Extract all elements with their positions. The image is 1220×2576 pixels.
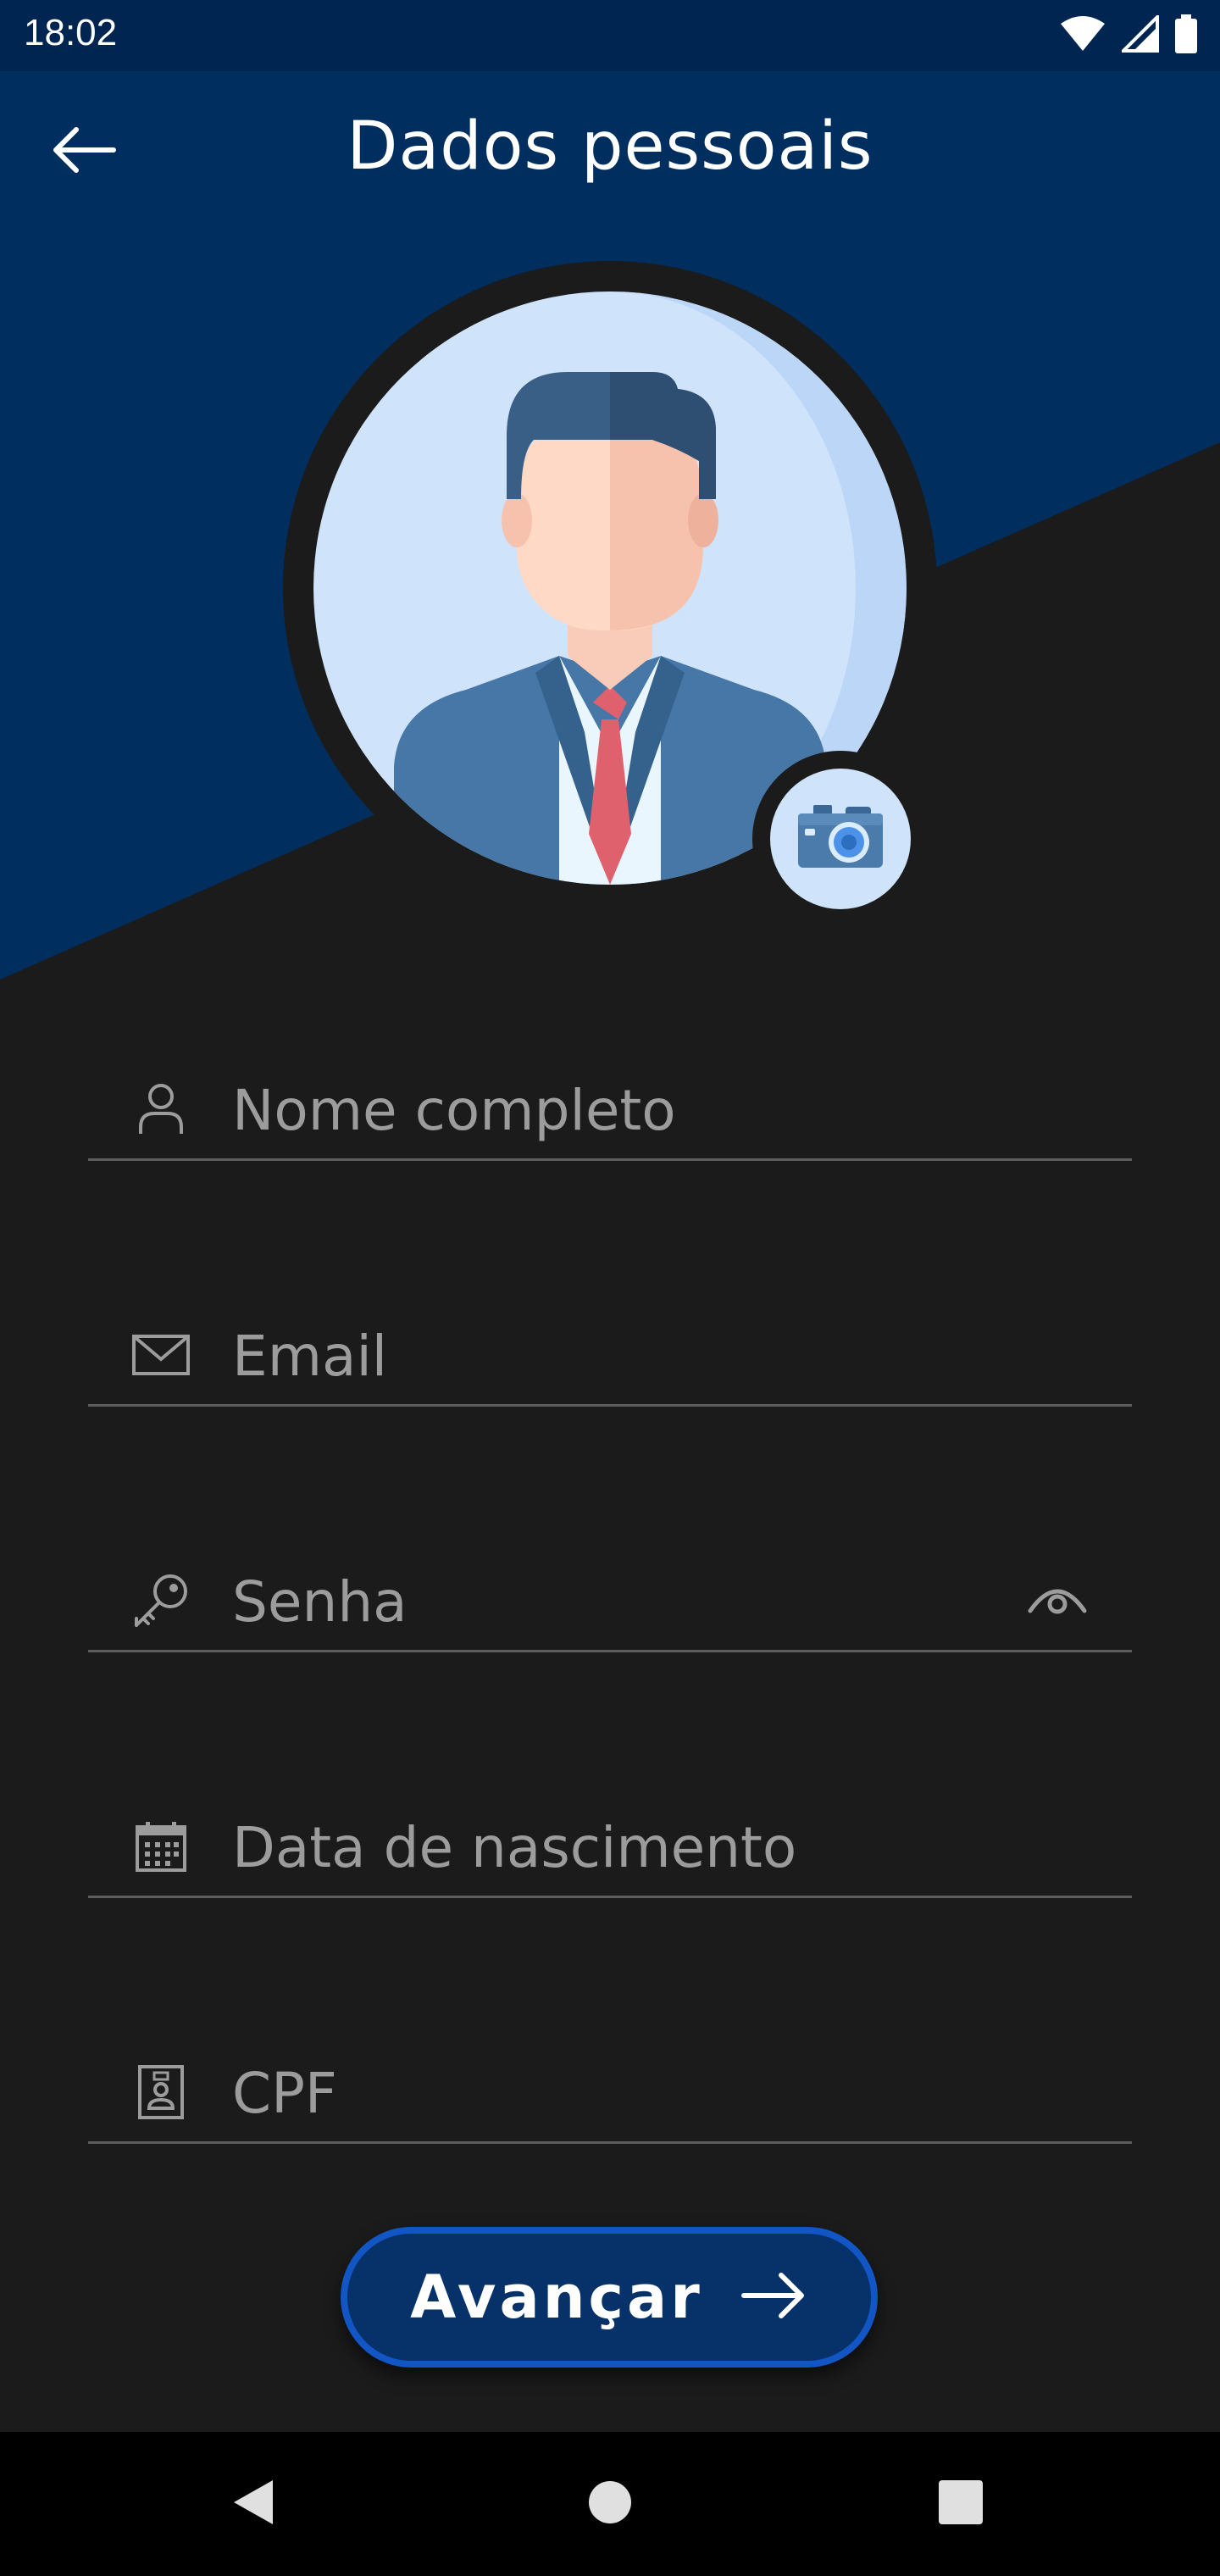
person-icon <box>127 1075 195 1143</box>
status-bar: 18:02 <box>0 0 1220 71</box>
email-field <box>88 1269 1132 1407</box>
cpf-input[interactable] <box>232 2055 995 2131</box>
password-input[interactable] <box>232 1563 995 1640</box>
id-badge-icon <box>127 2058 195 2126</box>
password-field <box>88 1514 1132 1652</box>
full-name-input[interactable] <box>232 1072 995 1148</box>
battery-icon <box>1174 14 1198 57</box>
next-button[interactable]: Avançar <box>341 2227 878 2368</box>
key-icon <box>127 1567 195 1635</box>
email-input[interactable] <box>232 1318 995 1394</box>
app-bar: Dados pessoais <box>0 71 1220 241</box>
show-password-toggle[interactable] <box>1015 1567 1100 1635</box>
change-photo-button[interactable] <box>752 751 929 927</box>
wifi-icon <box>1059 15 1106 56</box>
nav-home-button[interactable] <box>576 2470 644 2538</box>
system-nav-bar <box>0 2432 1220 2576</box>
birth-date-input[interactable] <box>232 1809 995 1885</box>
status-time: 18:02 <box>24 12 118 53</box>
nav-recents-button[interactable] <box>927 2470 995 2538</box>
cpf-field <box>88 2006 1132 2144</box>
nav-back-button[interactable] <box>220 2470 288 2538</box>
cellular-signal-icon <box>1119 13 1159 56</box>
full-name-field <box>88 1023 1132 1161</box>
calendar-icon <box>127 1813 195 1880</box>
birth-date-field <box>88 1760 1132 1898</box>
envelope-icon <box>127 1321 195 1389</box>
status-icons <box>1059 13 1198 57</box>
arrow-right-icon <box>740 2272 808 2323</box>
next-button-label: Avançar <box>410 2262 703 2332</box>
eye-icon <box>1027 1582 1088 1619</box>
nav-back-icon <box>230 2479 278 2529</box>
camera-icon <box>798 805 883 873</box>
nav-recents-icon <box>938 2479 984 2529</box>
nav-home-icon <box>587 2479 633 2529</box>
page-title: Dados pessoais <box>347 108 873 185</box>
